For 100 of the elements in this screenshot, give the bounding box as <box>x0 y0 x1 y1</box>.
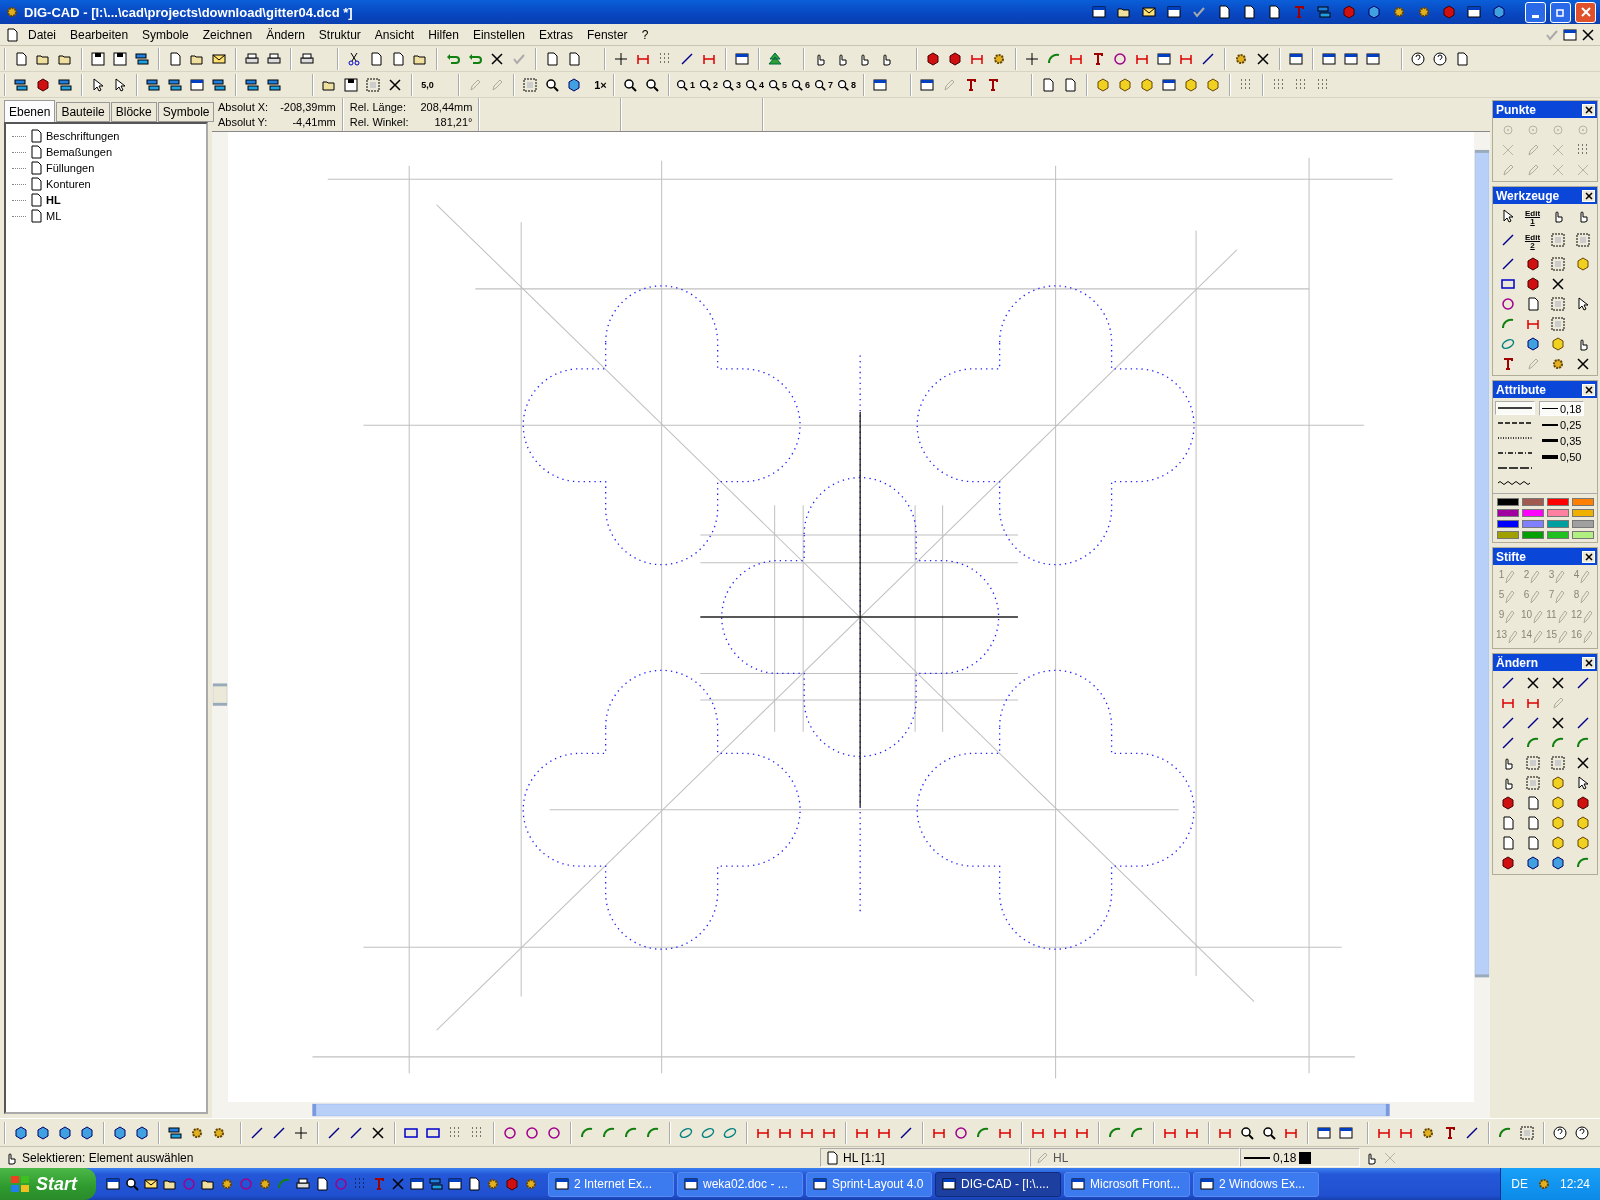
taskbar-button[interactable]: DIG-CAD - [I:\.... <box>935 1171 1061 1197</box>
line-width-button[interactable]: 0,25 <box>1539 417 1585 432</box>
circle-icon[interactable] <box>523 1124 540 1141</box>
circle-icon[interactable] <box>545 1124 562 1141</box>
color-swatch[interactable] <box>1497 520 1519 528</box>
printer-icon[interactable] <box>243 50 260 67</box>
frame-icon[interactable] <box>1524 755 1541 771</box>
window-icon[interactable] <box>1337 1124 1354 1141</box>
line-style-button[interactable] <box>1495 401 1535 415</box>
cross-icon[interactable] <box>386 76 403 93</box>
layer-page-icon[interactable] <box>28 144 44 160</box>
magnifier-icon[interactable] <box>643 76 660 93</box>
frame-icon[interactable] <box>521 76 538 93</box>
zoom-preset-button[interactable]: 8 <box>835 73 858 96</box>
window-icon[interactable] <box>1160 76 1177 93</box>
layer-page-icon[interactable] <box>28 128 44 144</box>
window-icon[interactable] <box>188 76 205 93</box>
magnifier-icon[interactable] <box>543 76 560 93</box>
color-swatch[interactable] <box>1572 520 1594 528</box>
window-icon[interactable] <box>1342 50 1359 67</box>
question-icon[interactable] <box>1431 50 1448 67</box>
sidebar-tab[interactable]: Bauteile <box>56 102 110 122</box>
cross-icon[interactable] <box>488 50 505 67</box>
color-swatch[interactable] <box>1572 498 1594 506</box>
close-button[interactable] <box>1582 550 1595 563</box>
window-icon[interactable] <box>1465 4 1482 20</box>
menu-item[interactable]: Zeichnen <box>196 25 259 44</box>
layer-page-icon[interactable] <box>28 160 44 176</box>
menu-item[interactable]: Symbole <box>136 25 195 44</box>
frame-icon[interactable] <box>1524 775 1541 791</box>
edit-mode-button[interactable]: Edit 2 <box>1521 232 1544 252</box>
close-button[interactable] <box>1582 383 1595 396</box>
horizontal-scrollbar[interactable] <box>212 1102 1490 1118</box>
minimize-button[interactable] <box>1525 1 1546 23</box>
window-icon[interactable] <box>871 76 888 93</box>
close-button[interactable] <box>1575 1 1596 23</box>
layer-page-icon[interactable] <box>28 176 44 192</box>
layers-icon[interactable] <box>166 76 183 93</box>
menu-item[interactable]: Fenster <box>580 25 634 44</box>
quick-launch-page-icon[interactable] <box>466 1176 482 1192</box>
menu-item[interactable]: Ansicht <box>368 25 421 44</box>
close-button[interactable] <box>1582 189 1595 202</box>
cross-icon[interactable] <box>1549 675 1566 691</box>
question-icon[interactable] <box>1573 1124 1590 1141</box>
zoom-preset-button[interactable]: 3 <box>720 73 743 96</box>
taskbar-button[interactable]: Microsoft Front... <box>1064 1171 1190 1197</box>
taskbar-button[interactable]: 2 Internet Ex... <box>548 1171 674 1197</box>
layer-page-icon[interactable] <box>28 192 44 208</box>
window-icon[interactable] <box>1090 4 1107 20</box>
circle-icon[interactable] <box>501 1124 518 1141</box>
crosshair-icon[interactable] <box>292 1124 309 1141</box>
quick-launch-magnifier-icon[interactable] <box>124 1176 140 1192</box>
magnifier-icon[interactable] <box>1238 1124 1255 1141</box>
color-swatch[interactable] <box>1497 531 1519 539</box>
magnifier-icon[interactable] <box>1260 1124 1277 1141</box>
cross-icon[interactable] <box>1524 675 1541 691</box>
question-icon[interactable] <box>1409 50 1426 67</box>
printer-icon[interactable] <box>265 50 282 67</box>
restore-icon[interactable] <box>1562 26 1578 43</box>
close-button[interactable] <box>1582 103 1595 116</box>
layer-item[interactable]: Beschriftungen <box>46 130 120 142</box>
layers-icon[interactable] <box>265 76 282 93</box>
quick-launch-page-icon[interactable] <box>314 1176 330 1192</box>
magnifier-icon[interactable] <box>621 76 638 93</box>
frame-icon[interactable] <box>1549 232 1566 248</box>
zoom-actual-size-button[interactable]: 1× <box>590 73 611 96</box>
frame-icon[interactable] <box>1549 755 1566 771</box>
line-width-button[interactable]: 0,50 <box>1539 449 1585 464</box>
window-icon[interactable] <box>918 76 935 93</box>
circle-icon[interactable] <box>1499 296 1516 312</box>
color-swatch[interactable] <box>1522 498 1544 506</box>
zoom-preset-button[interactable]: 6 <box>789 73 812 96</box>
menu-item[interactable]: Einstellen <box>466 25 531 44</box>
ellipse-icon[interactable] <box>1499 336 1516 352</box>
menu-item[interactable]: Datei <box>22 25 62 44</box>
layers-icon[interactable] <box>1315 4 1332 20</box>
layers-icon[interactable] <box>56 76 73 93</box>
line-width-button[interactable]: 0,35 <box>1539 433 1585 448</box>
layers-icon[interactable] <box>144 76 161 93</box>
window-icon[interactable] <box>1165 4 1182 20</box>
layer-item[interactable]: Konturen <box>46 178 91 190</box>
window-icon[interactable] <box>1287 50 1304 67</box>
layers-icon[interactable] <box>210 76 227 93</box>
sidebar-tab[interactable]: Blöcke <box>110 102 157 122</box>
menu-item[interactable]: Extras <box>532 25 579 44</box>
menu-item[interactable]: Bearbeiten <box>64 25 135 44</box>
layer-item[interactable]: Bemaßungen <box>46 146 113 158</box>
edit-mode-button[interactable]: Edit 1 <box>1521 208 1544 228</box>
color-swatch[interactable] <box>1572 509 1594 517</box>
window-icon[interactable] <box>1155 50 1172 67</box>
color-swatch[interactable] <box>1547 509 1569 517</box>
layer-page-icon[interactable] <box>28 208 44 224</box>
color-swatch[interactable] <box>1522 509 1544 517</box>
window-icon[interactable] <box>1364 50 1381 67</box>
scissors-icon[interactable] <box>345 50 362 67</box>
layers-icon[interactable] <box>133 50 150 67</box>
frame-icon[interactable] <box>1549 316 1566 332</box>
quick-launch-envelope-icon[interactable] <box>143 1176 159 1192</box>
quick-launch-window-icon[interactable] <box>409 1176 425 1192</box>
zoom-preset-button[interactable]: 1 <box>674 73 696 96</box>
